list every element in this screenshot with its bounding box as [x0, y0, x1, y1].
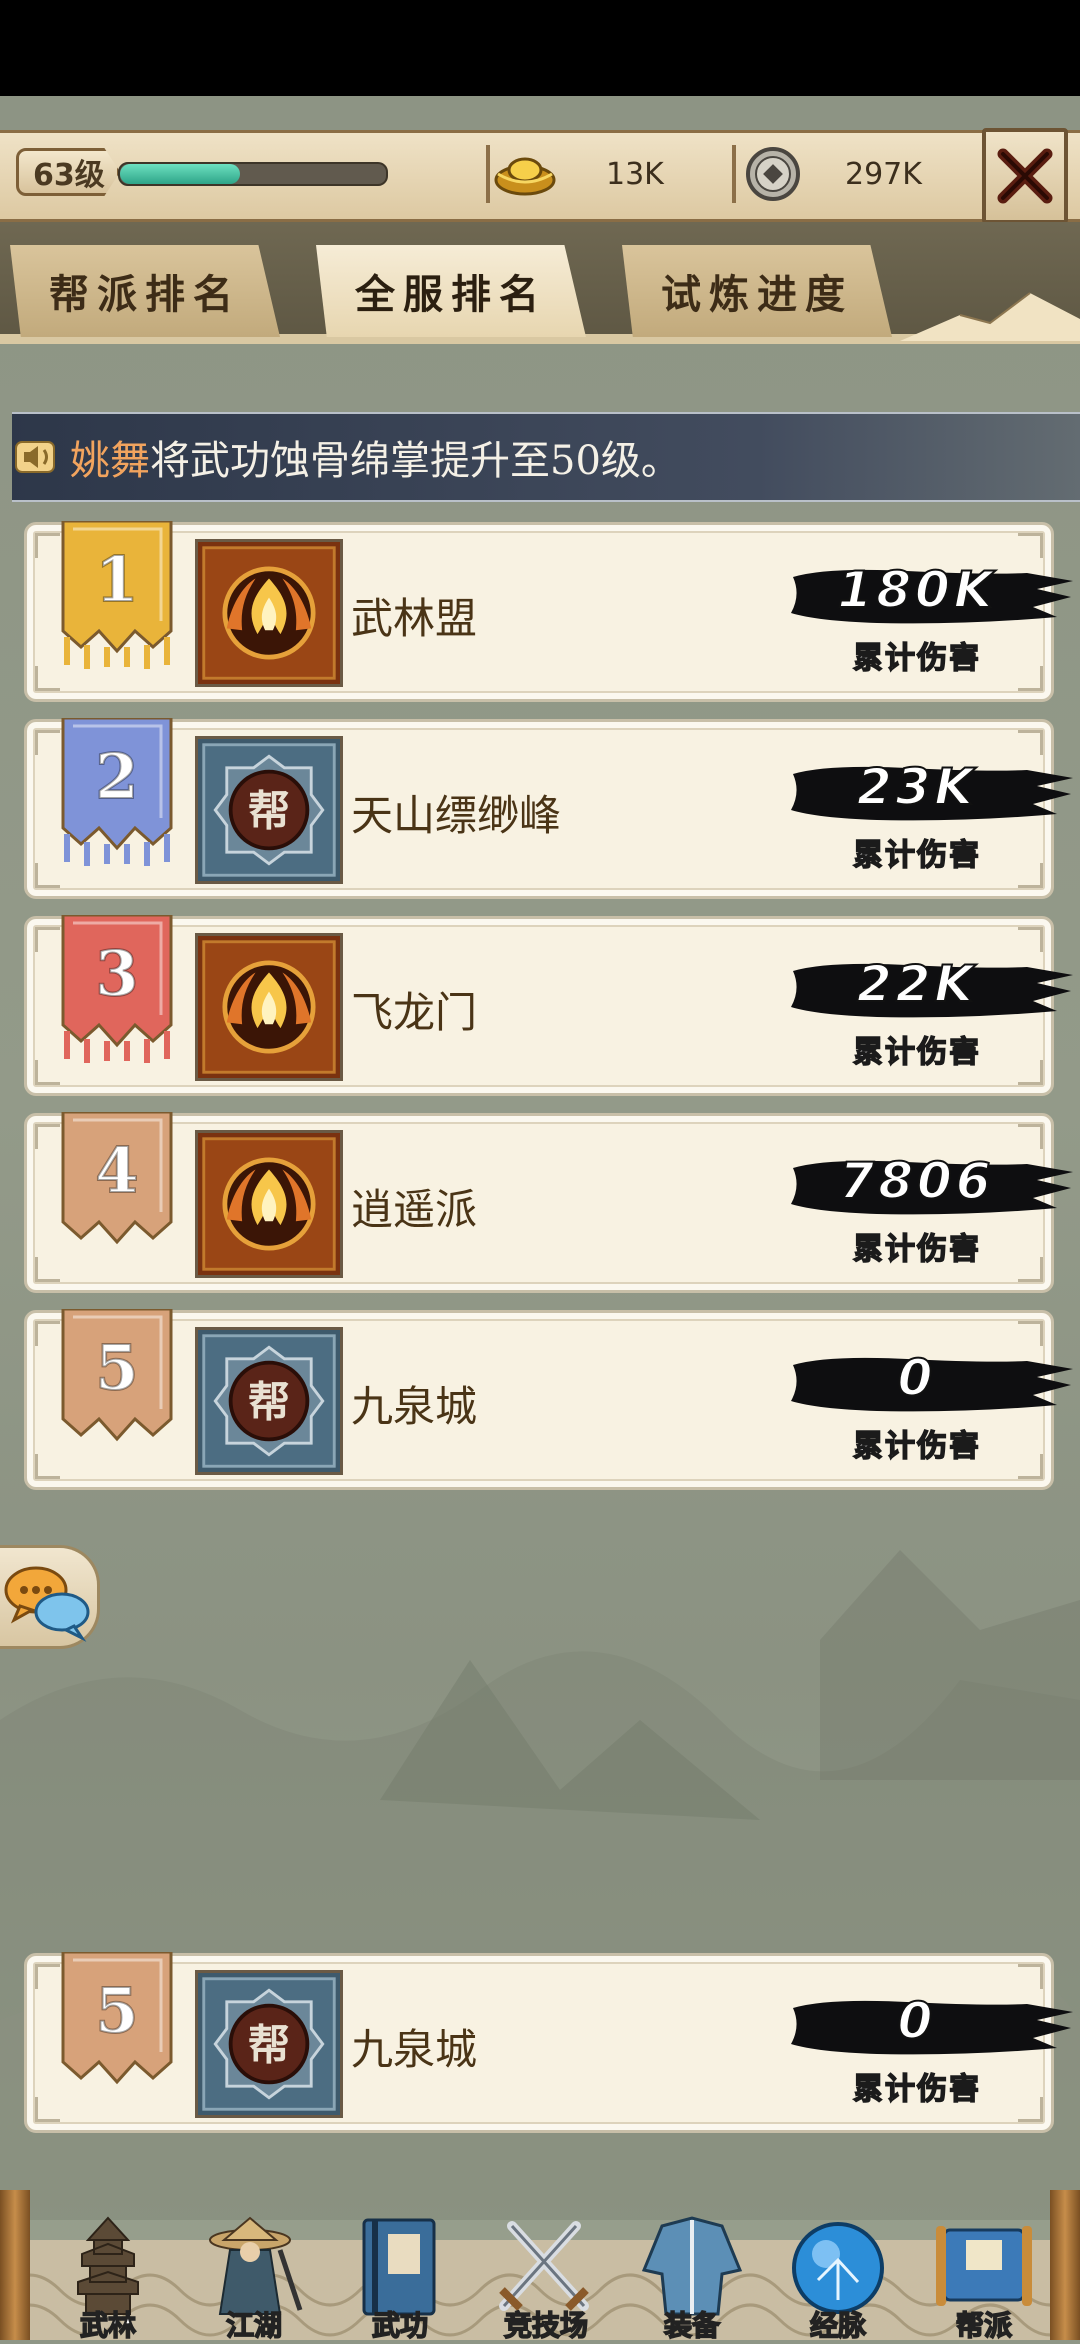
- ranking-row[interactable]: 1 武林盟 180K 累计伤害: [24, 521, 1073, 702]
- tab-trial-progress[interactable]: 试炼进度: [622, 245, 892, 337]
- damage-score-label: 累计伤害: [852, 640, 981, 677]
- gold-ingot-icon: [494, 157, 556, 196]
- svg-text:帮: 帮: [248, 785, 290, 835]
- rank-number: 3: [94, 936, 139, 1011]
- nav-item-label: 江湖: [225, 2308, 283, 2343]
- row-corner: [1018, 1321, 1043, 1346]
- notice-player-name: 姚舞: [70, 438, 150, 484]
- bang-emblem-icon: 帮: [198, 1330, 340, 1472]
- svg-text:帮: 帮: [248, 2019, 290, 2069]
- row-corner: [1018, 1964, 1043, 1989]
- guild-emblem: [195, 539, 343, 687]
- nav-pillar-right: [1050, 2190, 1080, 2340]
- guild-name: 武林盟: [351, 594, 478, 643]
- row-corner: [1018, 1124, 1043, 1149]
- chat-button[interactable]: [0, 1545, 100, 1649]
- nav-item-label: 武功: [371, 2308, 429, 2343]
- bang-emblem-icon: 帮: [198, 739, 340, 881]
- rank-number: 2: [94, 739, 139, 814]
- guild-name: 逍遥派: [351, 1185, 478, 1234]
- rank-number: 5: [94, 1973, 139, 2048]
- nav-item-label: 经脉: [809, 2308, 867, 2343]
- tab-guild-ranking[interactable]: 帮派排名: [10, 245, 280, 337]
- ranking-row[interactable]: 2 帮 天山缥缈峰 23K 累计伤害: [24, 718, 1073, 899]
- damage-score: 180K: [836, 560, 997, 620]
- guild-emblem: [195, 1130, 343, 1278]
- rank-number: 4: [94, 1133, 139, 1208]
- flame-emblem-icon: [198, 936, 340, 1078]
- nav-item[interactable]: 武林: [38, 2210, 178, 2343]
- damage-score-label: 累计伤害: [852, 1231, 981, 1268]
- coin-amount: 297K: [845, 156, 922, 192]
- nav-item[interactable]: 帮派: [914, 2210, 1054, 2343]
- ranking-row[interactable]: 5 帮 九泉城 0 累计伤害: [24, 1309, 1073, 1490]
- nav-item[interactable]: 武功: [330, 2210, 470, 2343]
- damage-score: 0: [897, 1991, 937, 2051]
- damage-score-label: 累计伤害: [852, 2071, 981, 2108]
- guild-name: 天山缥缈峰: [351, 791, 562, 840]
- divider: [486, 145, 490, 203]
- close-icon: [997, 148, 1053, 204]
- chat-bubbles-icon: [4, 1566, 90, 1642]
- xp-progress-bar: [118, 162, 388, 186]
- damage-score: 23K: [856, 757, 978, 817]
- nav-pillar-left: [0, 2190, 30, 2340]
- nav-item-label: 帮派: [955, 2308, 1013, 2343]
- player-level-badge: 63级: [16, 148, 120, 196]
- speaker-icon: [15, 441, 55, 473]
- nav-item[interactable]: 竞技场: [476, 2210, 616, 2343]
- nav-item[interactable]: 装备: [622, 2210, 762, 2343]
- row-corner: [1018, 533, 1043, 558]
- nav-item[interactable]: 江湖: [184, 2210, 324, 2343]
- gold-amount: 13K: [606, 156, 664, 192]
- damage-score-label: 累计伤害: [852, 1034, 981, 1071]
- nav-item-label: 装备: [663, 2308, 721, 2343]
- bang-emblem-icon: 帮: [198, 1973, 340, 2115]
- rank-number: 1: [94, 542, 139, 617]
- guild-name: 九泉城: [351, 2025, 478, 2074]
- xp-progress-fill: [120, 164, 240, 184]
- damage-score: 7806: [838, 1151, 995, 1211]
- guild-name: 九泉城: [351, 1382, 478, 1431]
- guild-emblem: 帮: [195, 1327, 343, 1475]
- status-bar: [0, 0, 1080, 96]
- my-guild-ranking-row[interactable]: 5 帮 九泉城 0 累计伤害: [24, 1952, 1073, 2133]
- guild-name: 飞龙门: [351, 988, 478, 1037]
- nav-item-label: 竞技场: [503, 2308, 589, 2343]
- damage-score-label: 累计伤害: [852, 1428, 981, 1465]
- divider: [732, 145, 736, 203]
- copper-coin-icon: [746, 147, 800, 201]
- row-corner: [1018, 927, 1043, 952]
- damage-score: 0: [897, 1348, 937, 1408]
- flame-emblem-icon: [198, 542, 340, 684]
- nav-item-label: 武林: [79, 2308, 137, 2343]
- ranking-row[interactable]: 3 飞龙门 22K 累计伤害: [24, 915, 1073, 1096]
- damage-score-label: 累计伤害: [852, 837, 981, 874]
- damage-score: 22K: [856, 954, 978, 1014]
- svg-text:帮: 帮: [248, 1376, 290, 1426]
- notice-message: 将武功蚀骨绵掌提升至50级。: [150, 438, 681, 484]
- tab-server-ranking[interactable]: 全服排名: [316, 245, 586, 337]
- guild-emblem: [195, 933, 343, 1081]
- rank-number: 5: [94, 1330, 139, 1405]
- mountain-decoration: [900, 292, 1080, 341]
- ranking-row[interactable]: 4 逍遥派 7806 累计伤害: [24, 1112, 1073, 1293]
- guild-emblem: 帮: [195, 1970, 343, 2118]
- row-corner: [1018, 730, 1043, 755]
- close-button[interactable]: [982, 128, 1068, 224]
- broadcast-notice: 姚舞 将武功蚀骨绵掌提升至50级。: [12, 412, 1080, 502]
- flame-emblem-icon: [198, 1133, 340, 1275]
- guild-emblem: 帮: [195, 736, 343, 884]
- nav-item[interactable]: 经脉: [768, 2210, 908, 2343]
